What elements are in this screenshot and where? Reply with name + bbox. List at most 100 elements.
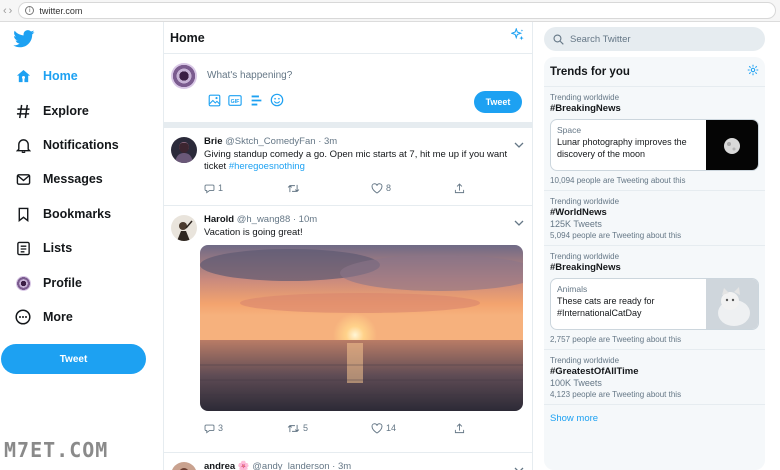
search-box[interactable]: [544, 27, 765, 51]
trend-meta: Trending worldwide: [550, 93, 620, 102]
chevron-down-icon[interactable]: [514, 461, 524, 470]
trend-item[interactable]: Trending worldwide #BreakingNews Space L…: [544, 87, 765, 191]
retweet-icon: [287, 184, 300, 192]
list-icon: [15, 240, 31, 256]
trend-item[interactable]: Trending worldwide #WorldNews 125K Tweet…: [544, 191, 765, 246]
avatar[interactable]: [171, 462, 197, 470]
nav-lists[interactable]: Lists: [15, 237, 72, 259]
avatar[interactable]: [171, 137, 197, 163]
trend-footer: 10,094 people are Tweeting about this: [550, 176, 686, 185]
like-button[interactable]: 14: [371, 422, 454, 434]
poll-icon[interactable]: [249, 93, 263, 107]
like-count: 14: [386, 423, 397, 433]
trend-footer: 2,757 people are Tweeting about this: [550, 335, 682, 344]
bookmark-icon: [15, 206, 31, 222]
trend-footer: 5,094 people are Tweeting about this: [550, 231, 682, 240]
trend-count: 125K Tweets: [550, 219, 602, 229]
nav-messages[interactable]: Messages: [15, 168, 103, 190]
nav-label: Profile: [43, 276, 82, 290]
chevron-down-icon[interactable]: [514, 214, 524, 232]
search-icon: [553, 33, 564, 45]
gif-icon[interactable]: GIF: [228, 93, 242, 107]
reply-count: 1: [218, 183, 224, 193]
image-icon[interactable]: [207, 93, 221, 107]
retweet-button[interactable]: 5: [287, 423, 371, 434]
nav-label: Home: [43, 69, 78, 83]
reply-count: 3: [218, 423, 224, 433]
avatar: [15, 275, 31, 291]
nav-profile[interactable]: Profile: [15, 272, 82, 294]
retweet-button[interactable]: [287, 183, 371, 194]
composer-tools: GIF: [207, 93, 284, 107]
like-button[interactable]: 8: [371, 182, 454, 194]
url-text: twitter.com: [39, 5, 83, 16]
tweet-author-name[interactable]: Harold: [204, 214, 234, 225]
nav-notifications[interactable]: Notifications: [15, 134, 119, 156]
tweet[interactable]: Harold @h_wang88 · 10m Vacation is going…: [164, 206, 532, 453]
trend-footer: 4,123 people are Tweeting about this: [550, 390, 682, 399]
envelope-icon: [15, 171, 31, 187]
emoji-icon[interactable]: [270, 93, 284, 107]
moon-image: [706, 120, 758, 170]
share-button[interactable]: [454, 422, 465, 434]
compose-input[interactable]: [207, 70, 457, 81]
tweet-author-name[interactable]: Brie: [204, 136, 222, 147]
tweet-author-name[interactable]: andrea: [204, 461, 235, 470]
sparkle-icon[interactable]: [510, 27, 525, 47]
hashtag-icon: [15, 103, 31, 119]
page-title: Home: [170, 30, 205, 45]
share-button[interactable]: [454, 182, 465, 194]
search-input[interactable]: [570, 33, 750, 45]
trend-meta: Trending worldwide: [550, 197, 620, 206]
tweet[interactable]: andrea 🌸 @andy_landerson · 3m: [164, 453, 532, 470]
retweet-icon: [287, 424, 300, 432]
nav-more[interactable]: More: [15, 306, 73, 328]
twitter-logo-icon[interactable]: [13, 30, 35, 53]
share-icon: [454, 422, 465, 433]
nav-label: Lists: [43, 241, 73, 255]
nav-home[interactable]: Home: [15, 65, 78, 87]
tweet-handle: @andy_landerson · 3m: [252, 461, 352, 470]
trend-news-card[interactable]: Space Lunar photography improves the dis…: [550, 119, 759, 171]
heart-icon: [371, 422, 383, 434]
tweet-handle: @h_wang88 · 10m: [236, 214, 318, 225]
trend-name: #BreakingNews: [550, 103, 621, 114]
address-bar[interactable]: i twitter.com: [18, 2, 776, 19]
trend-name: #WorldNews: [550, 207, 607, 218]
tweet[interactable]: Brie @Sktch_ComedyFan · 3m Giving standu…: [164, 128, 532, 206]
sidebar-tweet-button[interactable]: Tweet: [1, 344, 146, 374]
gear-icon[interactable]: [747, 63, 759, 81]
reply-icon: [204, 424, 215, 434]
nav-bookmarks[interactable]: Bookmarks: [15, 203, 111, 225]
heart-icon: [371, 182, 383, 194]
tweet-text: Vacation is going great!: [204, 227, 303, 238]
tweet-composer: GIF Tweet: [164, 54, 532, 122]
svg-text:GIF: GIF: [231, 99, 241, 105]
cat-image: [706, 279, 758, 329]
card-category: Animals: [557, 284, 588, 294]
trend-name: #BreakingNews: [550, 262, 621, 273]
nav-explore[interactable]: Explore: [15, 100, 89, 122]
trend-item[interactable]: Trending worldwide #GreatestOfAllTime 10…: [544, 350, 765, 405]
trends-header: Trends for you: [544, 57, 765, 87]
sunset-photo[interactable]: [200, 245, 523, 411]
show-more-link[interactable]: Show more: [544, 405, 765, 432]
browser-nav: ‹ ›: [0, 5, 12, 17]
main-timeline: Home GIF Tweet: [163, 22, 533, 470]
trend-item[interactable]: Trending worldwide #BreakingNews Animals…: [544, 246, 765, 350]
compose-tweet-button[interactable]: Tweet: [474, 91, 522, 113]
forward-icon[interactable]: ›: [9, 5, 13, 17]
avatar[interactable]: [171, 215, 197, 241]
back-icon[interactable]: ‹: [3, 5, 7, 17]
trends-title: Trends for you: [550, 65, 630, 78]
share-icon: [454, 182, 465, 193]
reply-button[interactable]: 3: [204, 423, 287, 434]
hashtag-link[interactable]: #heregoesnothing: [229, 161, 305, 172]
trend-news-card[interactable]: Animals These cats are ready for #Intern…: [550, 278, 759, 330]
left-sidebar: Home Explore Notifications Messages Book…: [0, 22, 163, 470]
reply-button[interactable]: 1: [204, 183, 287, 194]
reply-icon: [204, 184, 215, 194]
info-icon[interactable]: i: [25, 6, 35, 15]
chevron-down-icon[interactable]: [514, 136, 524, 154]
home-icon: [15, 68, 31, 84]
